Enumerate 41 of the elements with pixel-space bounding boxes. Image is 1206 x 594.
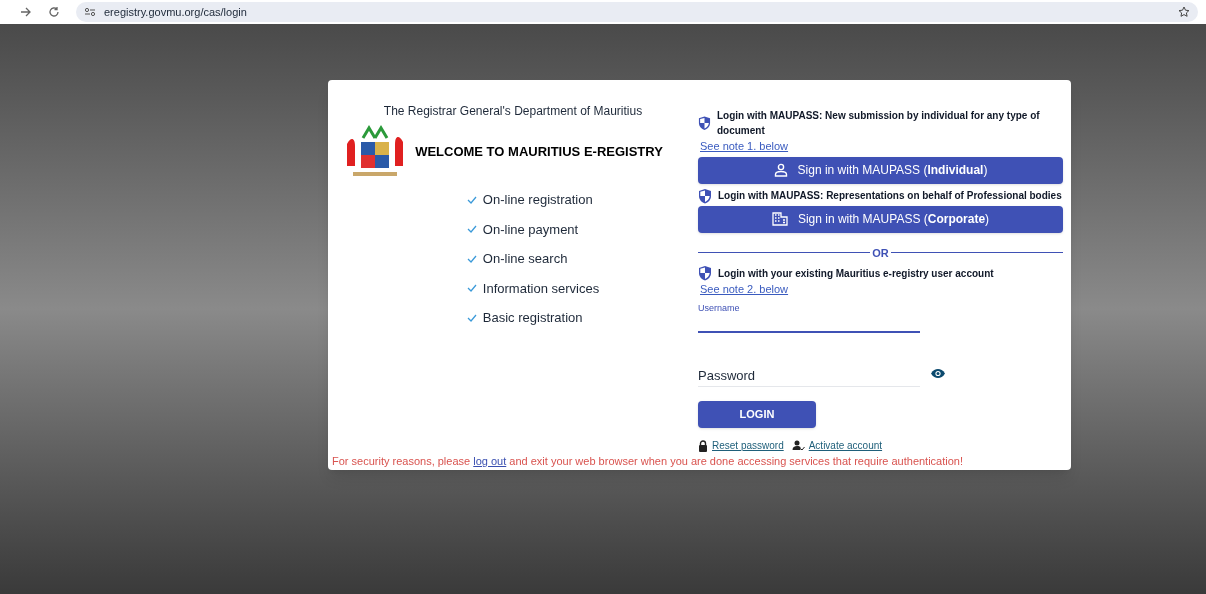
or-divider-text: OR: [871, 245, 890, 261]
show-password-eye-icon[interactable]: [930, 368, 946, 379]
shield-icon: [698, 115, 711, 131]
building-icon: [771, 212, 788, 226]
check-icon: [466, 195, 477, 204]
shield-icon: [698, 187, 712, 204]
password-field[interactable]: Password: [698, 365, 920, 387]
bookmark-star-icon[interactable]: [1178, 6, 1190, 18]
login-option-heading: Login with MAUPASS: New submission by individual for any type of document: [717, 109, 1041, 138]
login-option-heading: Login with MAUPASS: Representations on behalf of Professional bodies: [718, 189, 1062, 203]
note-link[interactable]: See note 2. below: [700, 281, 789, 298]
lock-icon: [698, 439, 708, 452]
check-icon: [466, 225, 477, 234]
department-name: The Registrar General's Department of Mauritius: [383, 103, 643, 120]
reload-icon[interactable]: [48, 6, 60, 18]
feature-item: On-line registration: [482, 191, 593, 209]
account-link[interactable]: Reset password: [712, 438, 784, 453]
feature-item: Information services: [482, 279, 600, 298]
security-notice: For security reasons, please log out and exit your web browser when you are done accessing services that require authentication!: [331, 454, 965, 469]
address-bar[interactable]: eregistry.govmu.org/cas/login: [76, 2, 1198, 22]
forward-icon[interactable]: [20, 6, 32, 18]
welcome-heading: WELCOME TO MAURITIUS E-REGISTRY: [415, 143, 663, 162]
user-check-icon: [791, 440, 805, 451]
maupass-sign-in-button[interactable]: Sign in with MAUPASS (Corporate): [698, 205, 1063, 233]
feature-item: On-line search: [482, 250, 568, 268]
logout-link[interactable]: log out: [473, 455, 507, 467]
login-button[interactable]: LOGIN: [698, 401, 816, 428]
person-icon: [773, 163, 788, 177]
feature-item: On-line payment: [482, 220, 579, 239]
maupass-sign-in-button[interactable]: Sign in with MAUPASS (Individual): [698, 156, 1063, 184]
feature-item: Basic registration: [482, 309, 583, 327]
check-icon: [466, 313, 477, 322]
username-label: Username: [698, 301, 741, 315]
shield-icon: [698, 265, 712, 281]
check-icon: [466, 254, 477, 263]
url-text: eregistry.govmu.org/cas/login: [104, 4, 247, 20]
note-link[interactable]: See note 1. below: [700, 138, 789, 155]
login-option-heading: Login with your existing Mauritius e-registry user account: [718, 266, 994, 281]
site-settings-icon[interactable]: [84, 7, 96, 17]
account-link[interactable]: Activate account: [808, 438, 883, 453]
check-icon: [466, 284, 477, 293]
